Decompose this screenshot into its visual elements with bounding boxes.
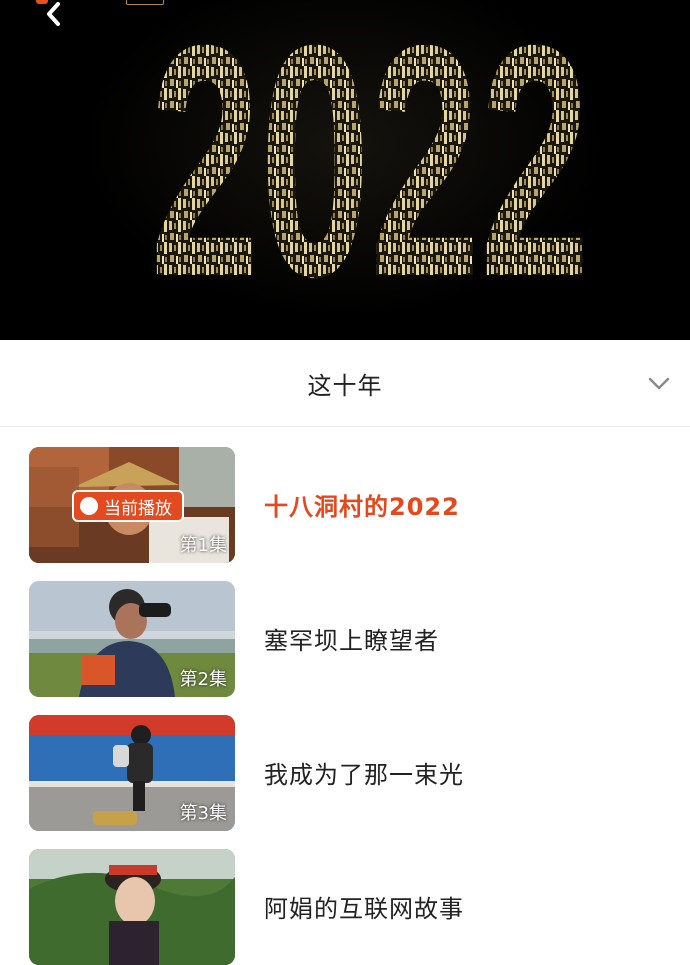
expand-chevron-down-icon[interactable]	[646, 370, 672, 396]
playlist-title: 这十年	[307, 372, 383, 400]
playlist-header: 这十年	[0, 340, 690, 427]
episode-number-label: 第1集	[179, 535, 227, 556]
episode-thumbnail: 当前播放 第1集	[29, 447, 235, 563]
back-chevron-icon	[47, 2, 60, 26]
episode-thumbnail: 第2集	[29, 581, 235, 697]
episode-thumbnail	[29, 849, 235, 965]
episode-title: 我成为了那一束光	[264, 761, 464, 789]
episode-number-label: 第2集	[179, 669, 227, 690]
episode-item-4[interactable]: 阿娟的互联网故事	[29, 849, 669, 965]
now-playing-badge: 当前播放	[72, 490, 184, 522]
episode-thumbnail: 第3集	[29, 715, 235, 831]
episode-item-1[interactable]: 当前播放 第1集 十八洞村的2022	[29, 447, 669, 563]
episode-item-3[interactable]: 第3集 我成为了那一束光	[29, 715, 669, 831]
now-playing-label: 当前播放	[104, 498, 172, 519]
episode-item-2[interactable]: 第2集 塞罕坝上瞭望者	[29, 581, 669, 697]
video-player[interactable]: 2022	[0, 0, 690, 340]
app-logo-box	[126, 0, 164, 5]
episode-number-label: 第3集	[179, 803, 227, 824]
thumbnail-image	[29, 849, 235, 965]
episode-title: 阿娟的互联网故事	[264, 895, 464, 923]
episode-title: 十八洞村的2022	[264, 493, 460, 521]
episode-title: 塞罕坝上瞭望者	[264, 627, 439, 655]
play-icon	[76, 493, 98, 515]
back-button[interactable]	[34, 0, 74, 34]
hero-year-text: 2022	[150, 0, 590, 340]
hero-year-graphic: 2022	[150, 0, 590, 340]
